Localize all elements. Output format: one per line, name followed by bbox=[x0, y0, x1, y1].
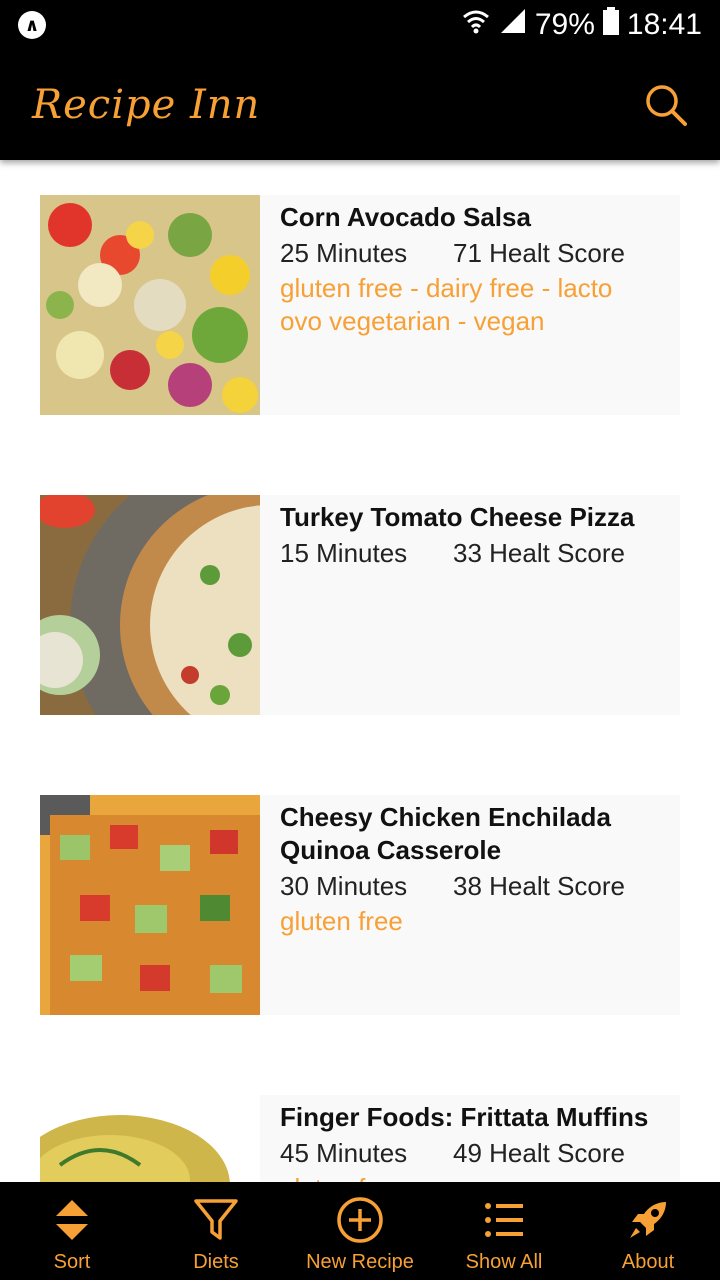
search-icon bbox=[646, 85, 687, 126]
nav-show-all-button[interactable]: Show All bbox=[432, 1182, 576, 1280]
list-icon bbox=[479, 1195, 529, 1245]
recipe-card[interactable]: Corn Avocado Salsa 25 Minutes 71 Healt S… bbox=[40, 195, 680, 415]
recipe-title: Finger Foods: Frittata Muffins bbox=[280, 1102, 649, 1132]
recipe-minutes: 30 Minutes bbox=[280, 871, 408, 901]
recipe-list[interactable]: Corn Avocado Salsa 25 Minutes 71 Healt S… bbox=[0, 160, 720, 1182]
nav-sort-button[interactable]: Sort bbox=[0, 1182, 144, 1280]
nav-diets-button[interactable]: Diets bbox=[144, 1182, 288, 1280]
bottom-navigation: Sort Diets New Recipe Show All About bbox=[0, 1182, 720, 1280]
recipe-diets: gluten free bbox=[280, 906, 403, 936]
recipe-health-score: 49 Healt Score bbox=[453, 1138, 625, 1168]
nav-label: Diets bbox=[193, 1251, 239, 1273]
app-notification-icon: ∧ bbox=[18, 11, 46, 39]
add-circle-icon bbox=[335, 1195, 385, 1245]
wifi-icon bbox=[461, 6, 491, 44]
status-bar: ∧ 79% 18:41 bbox=[0, 0, 720, 50]
recipe-card[interactable]: Turkey Tomato Cheese Pizza 15 Minutes 33… bbox=[40, 495, 680, 715]
nav-label: Sort bbox=[53, 1251, 91, 1273]
recipe-card[interactable]: Finger Foods: Frittata Muffins 45 Minute… bbox=[40, 1095, 680, 1182]
rocket-icon bbox=[623, 1195, 673, 1245]
recipe-image bbox=[40, 795, 260, 1015]
recipe-image bbox=[40, 495, 260, 715]
recipe-diets: gluten free - dairy free - lacto ovo veg… bbox=[280, 273, 613, 336]
recipe-minutes: 15 Minutes bbox=[280, 538, 408, 568]
app-bar: Recipe Inn bbox=[0, 50, 720, 160]
recipe-image bbox=[40, 195, 260, 415]
recipe-health-score: 71 Healt Score bbox=[453, 238, 625, 268]
recipe-card[interactable]: Cheesy Chicken Enchilada Quinoa Casserol… bbox=[40, 795, 680, 1015]
nav-label: New Recipe bbox=[306, 1251, 414, 1273]
recipe-diets: gluten free bbox=[280, 1172, 660, 1182]
signal-icon bbox=[499, 7, 527, 43]
battery-icon bbox=[602, 7, 619, 43]
recipe-title: Turkey Tomato Cheese Pizza bbox=[280, 502, 635, 532]
recipe-title: Cheesy Chicken Enchilada Quinoa Casserol… bbox=[280, 802, 611, 865]
sort-icon bbox=[47, 1195, 97, 1245]
nav-label: Show All bbox=[465, 1251, 543, 1273]
recipe-minutes: 25 Minutes bbox=[280, 238, 408, 268]
recipe-title: Corn Avocado Salsa bbox=[280, 202, 531, 232]
nav-about-button[interactable]: About bbox=[576, 1182, 720, 1280]
recipe-minutes: 45 Minutes bbox=[280, 1138, 408, 1168]
clock: 18:41 bbox=[626, 8, 702, 41]
recipe-image bbox=[40, 1095, 260, 1182]
nav-label: About bbox=[621, 1251, 675, 1273]
recipe-health-score: 38 Healt Score bbox=[453, 871, 625, 901]
search-button[interactable] bbox=[642, 81, 690, 129]
filter-icon bbox=[191, 1195, 241, 1245]
nav-new-recipe-button[interactable]: New Recipe bbox=[288, 1182, 432, 1280]
battery-percent: 79% bbox=[534, 8, 595, 41]
recipe-health-score: 33 Healt Score bbox=[453, 538, 625, 568]
app-title: Recipe Inn bbox=[32, 82, 261, 128]
